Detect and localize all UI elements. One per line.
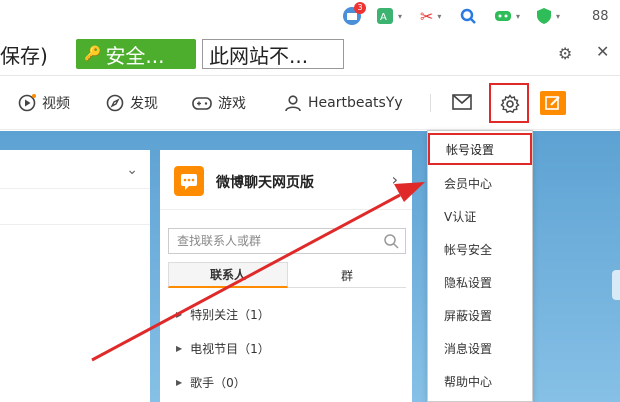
contact-search-box <box>168 228 406 254</box>
grid-icon: 88 <box>592 8 609 24</box>
nav-username: HeartbeatsYy <box>308 95 403 111</box>
contact-group-label: 特别关注（1） <box>190 307 270 322</box>
compass-icon <box>106 94 124 112</box>
menu-item-member-center[interactable]: 会员中心 <box>428 167 532 199</box>
nav-discover-label: 发现 <box>130 96 158 112</box>
contact-group-item[interactable]: ▶ 歌手（0） <box>176 372 246 392</box>
contact-group-label: 电视节目（1） <box>190 341 270 356</box>
nav-user-profile[interactable]: HeartbeatsYy <box>284 92 403 114</box>
chevron-down-icon: ▾ <box>516 11 521 21</box>
key-icon: 🔑 <box>84 46 102 62</box>
triangle-right-icon: ▶ <box>176 309 183 319</box>
edit-icon <box>545 96 560 110</box>
settings-gear-button[interactable] <box>489 83 529 123</box>
address-row: 保存) 🔑 安全... 此网站不... ⚙ ✕ <box>0 32 620 76</box>
nav-video[interactable]: 视频 <box>18 92 70 114</box>
nav-games-label: 游戏 <box>218 96 246 112</box>
nav-games[interactable]: 游戏 <box>192 92 246 114</box>
chevron-down-icon: ▾ <box>398 11 403 21</box>
search-icon[interactable] <box>383 233 399 249</box>
menu-item-message-settings[interactable]: 消息设置 <box>428 332 532 364</box>
video-icon <box>18 94 36 112</box>
gear-icon <box>500 94 520 114</box>
magnifier-icon <box>460 8 476 24</box>
contact-group-item[interactable]: ▶ 电视节目（1） <box>176 338 270 358</box>
nav-discover[interactable]: 发现 <box>106 92 158 114</box>
chevron-down-icon: ▾ <box>437 11 442 21</box>
translate-ext-button[interactable]: A ▾ <box>376 6 402 26</box>
chevron-right-icon: › <box>391 170 398 189</box>
mail-badge: 3 <box>354 2 366 14</box>
shield-icon <box>537 8 551 24</box>
settings-gear-icon[interactable]: ⚙ <box>558 44 572 63</box>
find-ext-button[interactable] <box>460 6 476 26</box>
settings-dropdown-menu: 帐号设置 会员中心 V认证 帐号安全 隐私设置 屏蔽设置 消息设置 帮助中心 <box>427 130 533 402</box>
divider <box>0 188 150 189</box>
weibo-nav-bar: 视频 发现 游戏 HeartbeatsYy <box>0 76 620 130</box>
chevron-down-icon: ▾ <box>556 11 561 21</box>
mail-icon[interactable] <box>452 94 472 110</box>
mail-ext-button[interactable]: 3 <box>342 2 366 26</box>
menu-item-privacy-settings[interactable]: 隐私设置 <box>428 266 532 298</box>
tab-contacts[interactable]: 联系人 <box>168 262 288 288</box>
chevron-down-icon[interactable]: ⌄ <box>126 162 138 178</box>
gamepad-icon <box>495 11 511 21</box>
scissors-icon: ✂ <box>420 6 434 26</box>
contact-group-label: 歌手（0） <box>190 375 246 390</box>
divider <box>0 224 150 225</box>
compose-button[interactable] <box>540 91 566 115</box>
menu-item-account-security[interactable]: 帐号安全 <box>428 233 532 265</box>
chat-logo-icon <box>174 166 204 196</box>
save-text: 保存) <box>0 44 48 68</box>
gamepad-icon <box>192 97 212 110</box>
close-icon[interactable]: ✕ <box>596 42 609 61</box>
chat-tabs: 联系人 群 <box>168 262 406 288</box>
game-ext-button[interactable]: ▾ <box>494 6 520 26</box>
chat-header[interactable]: 微博聊天网页版 › <box>160 150 412 210</box>
nav-divider <box>430 94 431 112</box>
contact-group-item[interactable]: ▶ 特别关注（1） <box>176 304 270 324</box>
left-feed-card: ⌄ <box>0 150 150 402</box>
nav-video-label: 视频 <box>42 96 70 112</box>
security-label: 安全... <box>105 43 165 68</box>
translate-icon: A <box>377 8 393 24</box>
triangle-right-icon: ▶ <box>176 343 183 353</box>
menu-item-account-settings[interactable]: 帐号设置 <box>428 133 532 165</box>
side-handle[interactable] <box>612 270 620 300</box>
apps-ext-button[interactable]: 88 <box>592 6 609 26</box>
extension-toolbar: 3 A ▾ ✂ ▾ ▾ ▾ 88 <box>0 0 620 32</box>
security-button[interactable]: 🔑 安全... <box>76 39 196 69</box>
shield-ext-button[interactable]: ▾ <box>536 6 560 26</box>
user-icon <box>285 95 301 112</box>
contact-search-input[interactable] <box>169 229 369 253</box>
site-warning-label: 此网站不... <box>209 43 309 68</box>
menu-item-v-verification[interactable]: V认证 <box>428 200 532 232</box>
scissors-ext-button[interactable]: ✂ ▾ <box>420 6 441 26</box>
menu-item-help-center[interactable]: 帮助中心 <box>428 365 532 397</box>
svg-text:A: A <box>380 12 387 23</box>
weibo-chat-panel: 微博聊天网页版 › 联系人 群 ▶ 特别关注（1） ▶ 电视节目（1） ▶ 歌手… <box>160 150 412 402</box>
menu-item-block-settings[interactable]: 屏蔽设置 <box>428 299 532 331</box>
chat-title: 微博聊天网页版 <box>216 175 314 191</box>
site-warning-box[interactable]: 此网站不... <box>202 39 344 69</box>
triangle-right-icon: ▶ <box>176 377 183 387</box>
tab-groups[interactable]: 群 <box>288 262 406 288</box>
